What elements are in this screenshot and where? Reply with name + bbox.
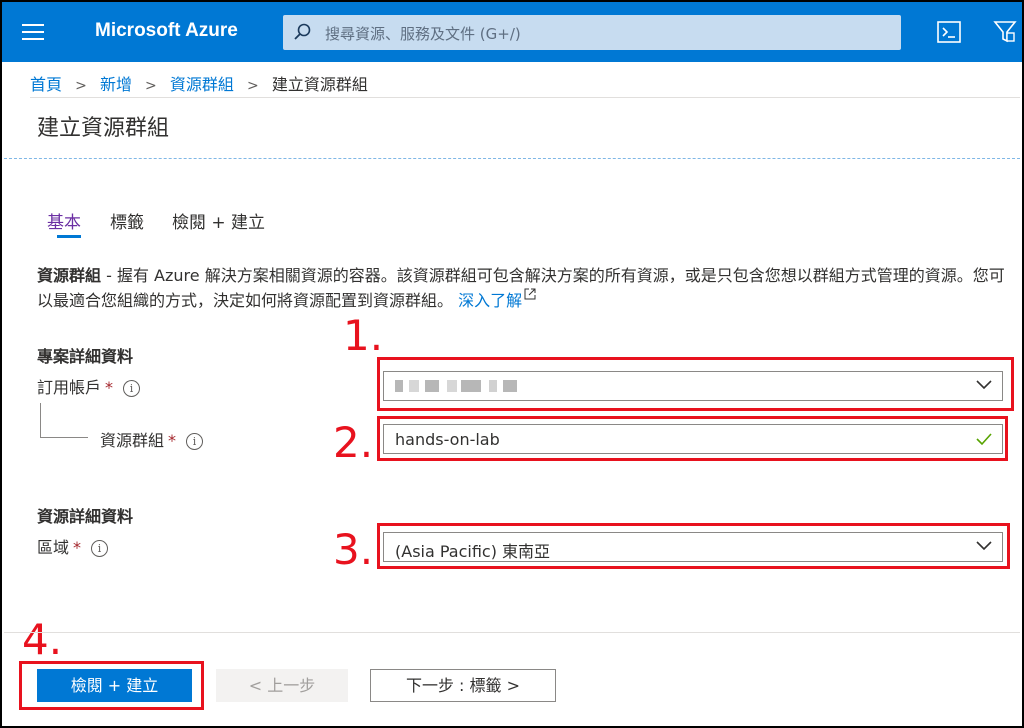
description: 資源群組 - 握有 Azure 解決方案相關資源的容器。該資源群組可包含解決方案…: [37, 263, 1007, 313]
annotation-number-1: 1.: [343, 311, 384, 360]
resource-group-label: 資源群組 * i: [100, 427, 204, 451]
annotation-box-1: [377, 357, 1014, 411]
info-icon[interactable]: i: [123, 380, 141, 397]
required-mark: *: [105, 378, 114, 397]
annotation-number-4: 4.: [22, 615, 63, 664]
breadcrumb-current: 建立資源群組: [271, 75, 368, 94]
tab-basics[interactable]: 基本: [47, 208, 81, 238]
subscription-label: 訂用帳戶 * i: [37, 374, 141, 398]
directory-filter-icon[interactable]: [992, 19, 1018, 45]
review-create-button[interactable]: 檢閱 + 建立: [37, 669, 192, 702]
breadcrumb-new[interactable]: 新增: [100, 75, 132, 94]
breadcrumb: 首頁 > 新增 > 資源群組 > 建立資源群組: [30, 71, 368, 95]
tree-connector: [40, 403, 41, 437]
footer-divider: [4, 632, 1020, 633]
brand-title[interactable]: Microsoft Azure: [95, 20, 238, 42]
external-link-icon: [524, 288, 536, 300]
region-label: 區域 * i: [37, 534, 109, 558]
description-term: 資源群組: [37, 266, 102, 285]
annotation-number-3: 3.: [333, 525, 374, 574]
search-icon: [294, 23, 311, 40]
resource-details-heading: 資源詳細資料: [37, 507, 134, 526]
required-mark: *: [73, 538, 82, 557]
annotation-box-2: [377, 416, 1008, 461]
cloud-shell-icon[interactable]: [936, 19, 962, 45]
global-search-input[interactable]: 搜尋資源、服務及文件 (G+/): [283, 15, 901, 50]
tab-tags[interactable]: 標籤: [110, 208, 144, 233]
tab-review-create[interactable]: 檢閱 + 建立: [172, 208, 265, 233]
breadcrumb-separator: >: [145, 78, 157, 94]
breadcrumb-resource-groups[interactable]: 資源群組: [170, 75, 234, 94]
breadcrumb-separator: >: [246, 78, 259, 94]
tree-connector: [40, 437, 88, 438]
title-divider: [4, 158, 1020, 159]
breadcrumb-separator: >: [75, 78, 87, 94]
next-tags-button[interactable]: 下一步 : 標籤 >: [370, 669, 556, 702]
previous-button[interactable]: < 上一步: [216, 669, 348, 702]
info-icon[interactable]: i: [91, 540, 109, 557]
info-icon[interactable]: i: [186, 433, 204, 450]
breadcrumb-home[interactable]: 首頁: [30, 75, 62, 94]
annotation-number-2: 2.: [333, 418, 374, 467]
required-mark: *: [168, 431, 177, 450]
top-bar: Microsoft Azure 搜尋資源、服務及文件 (G+/): [2, 2, 1022, 62]
page-title: 建立資源群組: [37, 116, 170, 141]
search-placeholder: 搜尋資源、服務及文件 (G+/): [325, 25, 521, 43]
project-details-heading: 專案詳細資料: [37, 347, 134, 366]
annotation-box-3: [377, 523, 1010, 569]
learn-more-link[interactable]: 深入了解: [458, 288, 536, 310]
menu-icon[interactable]: [22, 24, 44, 40]
breadcrumb-divider: [30, 97, 1020, 98]
